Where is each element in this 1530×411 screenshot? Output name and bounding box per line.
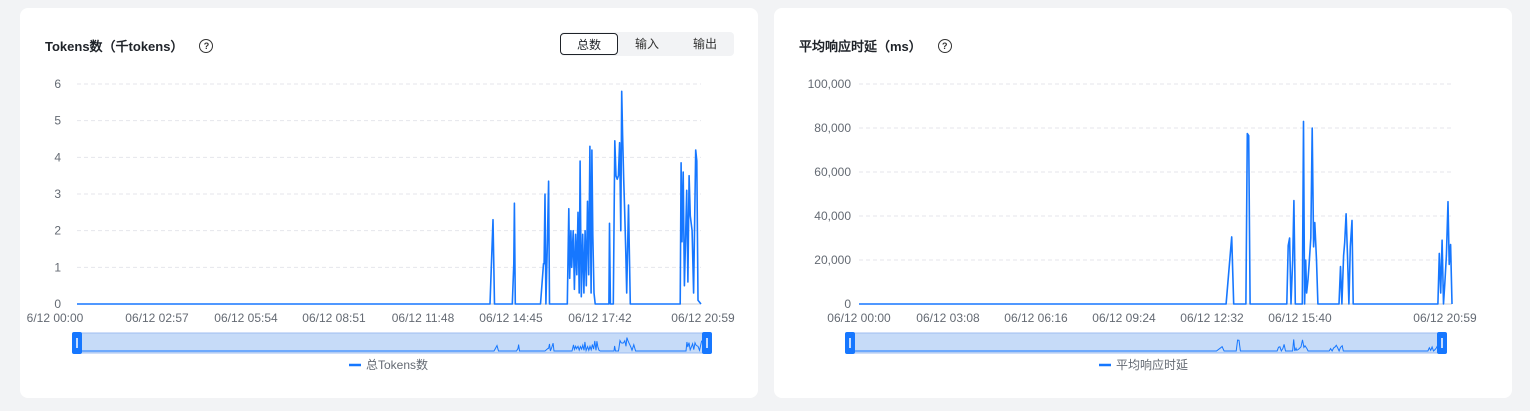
y-tick-label: 1 [54, 260, 61, 274]
y-tick-label: 4 [54, 150, 61, 164]
y-tick-label: 3 [54, 187, 61, 201]
tokens-chart-card: Tokens数（千tokens） ? 总数 输入 输出 0 1 2 3 4 5 6 6/12 … [20, 8, 758, 398]
y-tick-label: 6 [54, 77, 61, 91]
legend-label[interactable]: 总Tokens数 [366, 357, 428, 372]
y-tick-label: 5 [54, 114, 61, 128]
y-tick-label: 80,000 [814, 121, 851, 135]
x-tick-label: 06/12 15:40 [1268, 311, 1332, 325]
y-tick-label: 0 [844, 297, 851, 311]
x-tick-label: 06/12 08:51 [302, 311, 366, 325]
latency-line-chart[interactable]: 0 20,000 40,000 60,000 80,000 100,000 06/12 00… [774, 8, 1512, 398]
y-tick-label: 100,000 [808, 77, 852, 91]
x-tick-label: 06/12 20:59 [1413, 311, 1477, 325]
x-tick-label: 06/12 03:08 [916, 311, 980, 325]
latency-chart-card: 平均响应时延（ms） ? 0 20,000 40,000 60,000 80,000 10… [774, 8, 1512, 398]
x-tick-label: 06/12 17:42 [568, 311, 632, 325]
x-tick-label: 06/12 14:45 [479, 311, 543, 325]
x-tick-label: 06/12 09:24 [1092, 311, 1156, 325]
legend-label[interactable]: 平均响应时延 [1116, 357, 1188, 372]
x-tick-label: 06/12 11:48 [392, 311, 455, 325]
x-tick-label: 06/12 05:54 [214, 311, 278, 325]
y-tick-label: 60,000 [814, 165, 851, 179]
y-tick-label: 2 [54, 224, 61, 238]
zoom-slider-window[interactable] [76, 332, 708, 354]
tokens-line-chart[interactable]: 0 1 2 3 4 5 6 6/12 00:00 06/12 02:57 06/12 05:54 0… [20, 8, 758, 398]
series-line[interactable] [859, 120, 1453, 305]
x-tick-label: 6/12 00:00 [27, 311, 84, 325]
y-tick-label: 40,000 [814, 209, 851, 223]
x-tick-label: 06/12 06:16 [1004, 311, 1068, 325]
x-tick-label: 06/12 02:57 [125, 311, 189, 325]
y-tick-label: 0 [54, 297, 61, 311]
y-tick-label: 20,000 [814, 253, 851, 267]
x-tick-label: 06/12 12:32 [1180, 311, 1244, 325]
series-line[interactable] [77, 90, 702, 305]
zoom-slider-window[interactable] [849, 332, 1443, 354]
x-tick-label: 06/12 20:59 [671, 311, 735, 325]
x-tick-label: 06/12 00:00 [827, 311, 891, 325]
